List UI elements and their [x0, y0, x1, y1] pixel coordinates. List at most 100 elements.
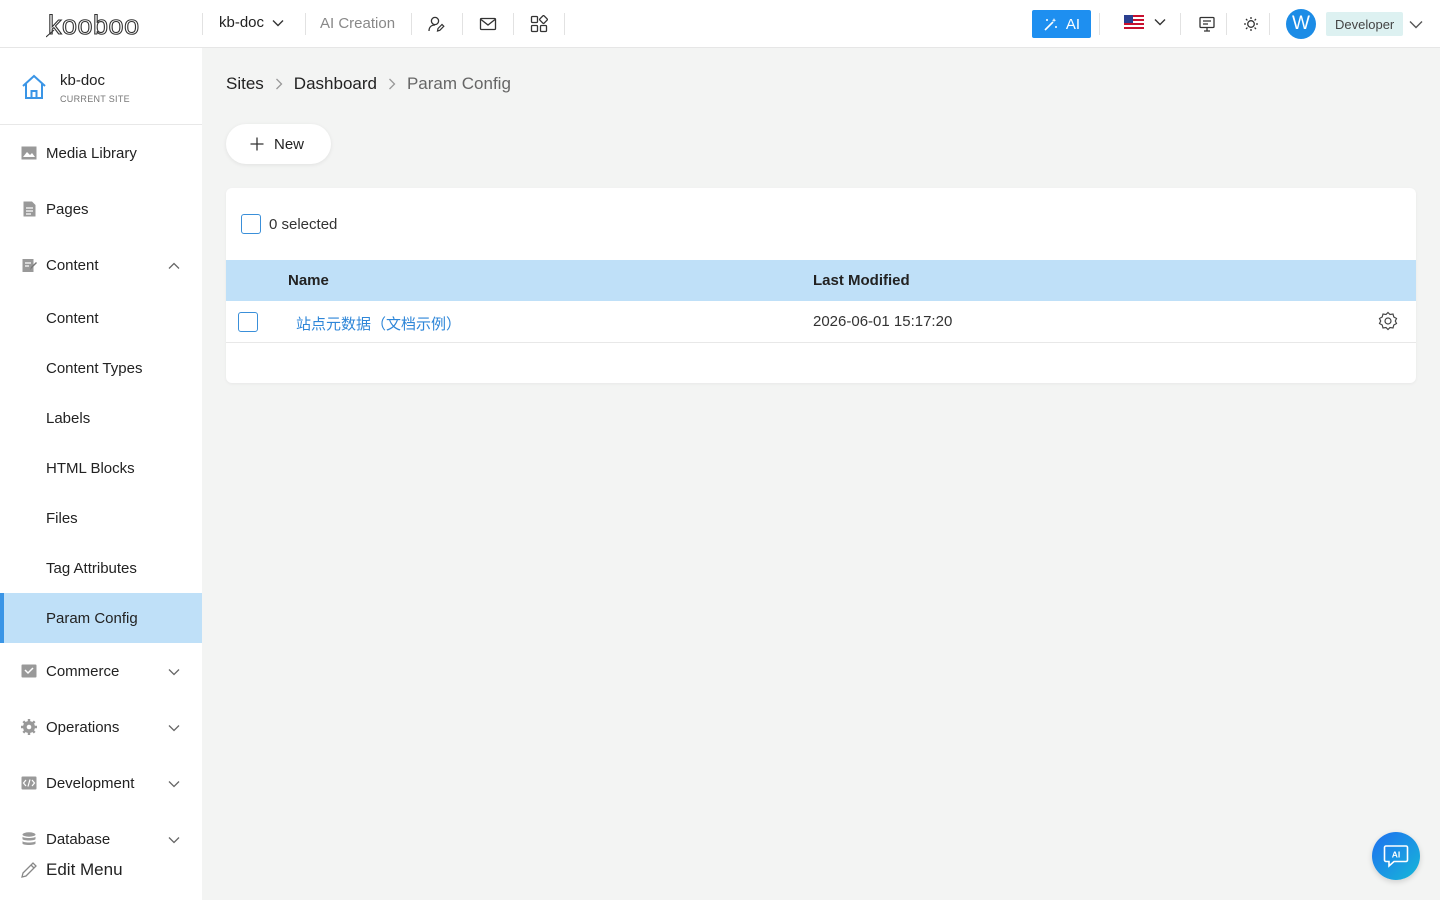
sidebar-item-content-types[interactable]: Content Types [0, 343, 202, 393]
divider [564, 13, 565, 35]
breadcrumb-dashboard[interactable]: Dashboard [294, 74, 377, 94]
divider [1180, 13, 1181, 35]
chevron-down-icon [168, 663, 180, 680]
site-selector[interactable]: kb-doc [219, 14, 284, 31]
home-icon [22, 74, 46, 99]
divider [1226, 13, 1227, 35]
avatar[interactable]: W [1286, 9, 1316, 39]
divider [513, 13, 514, 35]
sidebar-item-label: Database [46, 830, 111, 848]
breadcrumb-sites[interactable]: Sites [226, 74, 264, 94]
sidebar-item-label: Pages [46, 200, 89, 218]
role-badge[interactable]: Developer [1326, 12, 1404, 36]
row-last-modified: 2026-06-01 15:17:20 [813, 313, 953, 330]
column-header-name[interactable]: Name [288, 272, 329, 289]
ai-chat-icon: AI [1383, 845, 1409, 868]
code-icon [21, 775, 37, 791]
sidebar-item-label: Content Types [46, 359, 143, 377]
ai-assistant-button[interactable]: AI [1372, 832, 1420, 880]
magic-wand-icon [1044, 17, 1057, 31]
table-header: Name Last Modified [226, 260, 1416, 301]
sidebar-item-database[interactable]: Database [0, 814, 202, 864]
sidebar-item-label: Content [46, 309, 99, 327]
kooboo-logo[interactable]: kooboo [46, 10, 160, 38]
site-selector-label: kb-doc [219, 14, 265, 31]
new-button-label: New [274, 135, 305, 153]
sidebar-item-html-blocks[interactable]: HTML Blocks [0, 443, 202, 493]
sidebar-item-label: Files [46, 509, 78, 527]
apps-icon[interactable] [528, 13, 550, 35]
sidebar-item-label: Labels [46, 409, 91, 427]
svg-text:kooboo: kooboo [48, 10, 140, 38]
sidebar-item-label: Content [46, 256, 99, 274]
user-edit-icon[interactable] [425, 13, 447, 35]
ai-button[interactable]: AI [1032, 10, 1091, 38]
sidebar-item-content-sub[interactable]: Content [0, 293, 202, 343]
chevron-down-icon [1154, 19, 1166, 26]
row-name-link[interactable]: 站点元数据（文档示例） [296, 313, 461, 334]
sidebar-item-pages[interactable]: Pages [0, 184, 202, 234]
chevron-down-icon [272, 19, 284, 26]
ai-creation-link[interactable]: AI Creation [320, 15, 395, 32]
sidebar-item-operations[interactable]: Operations [0, 702, 202, 752]
sidebar-item-content[interactable]: Content [0, 240, 202, 290]
gear-icon [21, 719, 37, 735]
row-checkbox[interactable] [238, 312, 258, 332]
chevron-down-icon[interactable] [1409, 16, 1423, 34]
site-name: kb-doc [60, 72, 106, 89]
sidebar-item-commerce[interactable]: Commerce [0, 646, 202, 696]
current-site-header[interactable]: kb-doc CURRENT SITE [0, 48, 202, 125]
sidebar-item-labels[interactable]: Labels [0, 393, 202, 443]
column-header-last-modified[interactable]: Last Modified [813, 272, 910, 289]
chevron-up-icon [168, 257, 180, 274]
flag-us-icon [1124, 15, 1144, 29]
image-icon [21, 145, 37, 161]
ai-button-label: AI [1065, 15, 1081, 33]
selection-bar: 0 selected [241, 214, 337, 234]
sidebar-item-label: Media Library [46, 144, 137, 162]
select-all-checkbox[interactable] [241, 214, 261, 234]
chevron-right-icon [275, 78, 283, 90]
top-bar: kooboo kb-doc AI Creation AI W Developer [0, 0, 1440, 48]
sidebar: kb-doc CURRENT SITE Media Library Pages … [0, 48, 202, 900]
fab-label: AI [1392, 850, 1401, 860]
sidebar-item-label: Operations [46, 718, 120, 736]
new-button[interactable]: New [226, 124, 331, 164]
database-icon [21, 831, 37, 847]
sidebar-item-label: Tag Attributes [46, 559, 137, 577]
monitor-icon[interactable] [1196, 13, 1218, 35]
plus-icon [250, 137, 264, 151]
selected-count: 0 selected [269, 215, 338, 233]
language-selector[interactable] [1124, 15, 1166, 29]
breadcrumb-current: Param Config [406, 74, 511, 93]
table-row[interactable]: 站点元数据（文档示例） 2026-06-01 15:17:20 [226, 301, 1416, 343]
divider [462, 13, 463, 35]
edit-menu-label: Edit Menu [46, 860, 123, 879]
sidebar-item-files[interactable]: Files [0, 493, 202, 543]
mail-icon[interactable] [477, 13, 499, 35]
chevron-down-icon [168, 719, 180, 736]
edit-menu-button[interactable]: Edit Menu [20, 860, 123, 880]
breadcrumb: Sites Dashboard Param Config [226, 74, 511, 94]
pencil-icon [21, 862, 37, 878]
sidebar-item-development[interactable]: Development [0, 758, 202, 808]
chevron-down-icon [168, 831, 180, 848]
sidebar-item-param-config[interactable]: Param Config [0, 593, 202, 643]
sidebar-item-tag-attributes[interactable]: Tag Attributes [0, 543, 202, 593]
site-subtitle: CURRENT SITE [60, 94, 130, 104]
divider [411, 13, 412, 35]
chevron-down-icon [168, 775, 180, 792]
sidebar-item-label: Param Config [46, 609, 138, 627]
settings-icon[interactable] [1378, 311, 1398, 335]
divider [1269, 13, 1270, 35]
chevron-right-icon [388, 78, 396, 90]
divider [202, 13, 203, 35]
divider [305, 13, 306, 35]
edit-doc-icon [21, 257, 37, 273]
document-icon [21, 201, 37, 217]
sidebar-item-label: Commerce [46, 662, 120, 680]
sidebar-item-media-library[interactable]: Media Library [0, 128, 202, 178]
sun-icon[interactable] [1240, 13, 1262, 35]
sidebar-item-label: HTML Blocks [46, 459, 135, 477]
divider [1099, 13, 1100, 35]
